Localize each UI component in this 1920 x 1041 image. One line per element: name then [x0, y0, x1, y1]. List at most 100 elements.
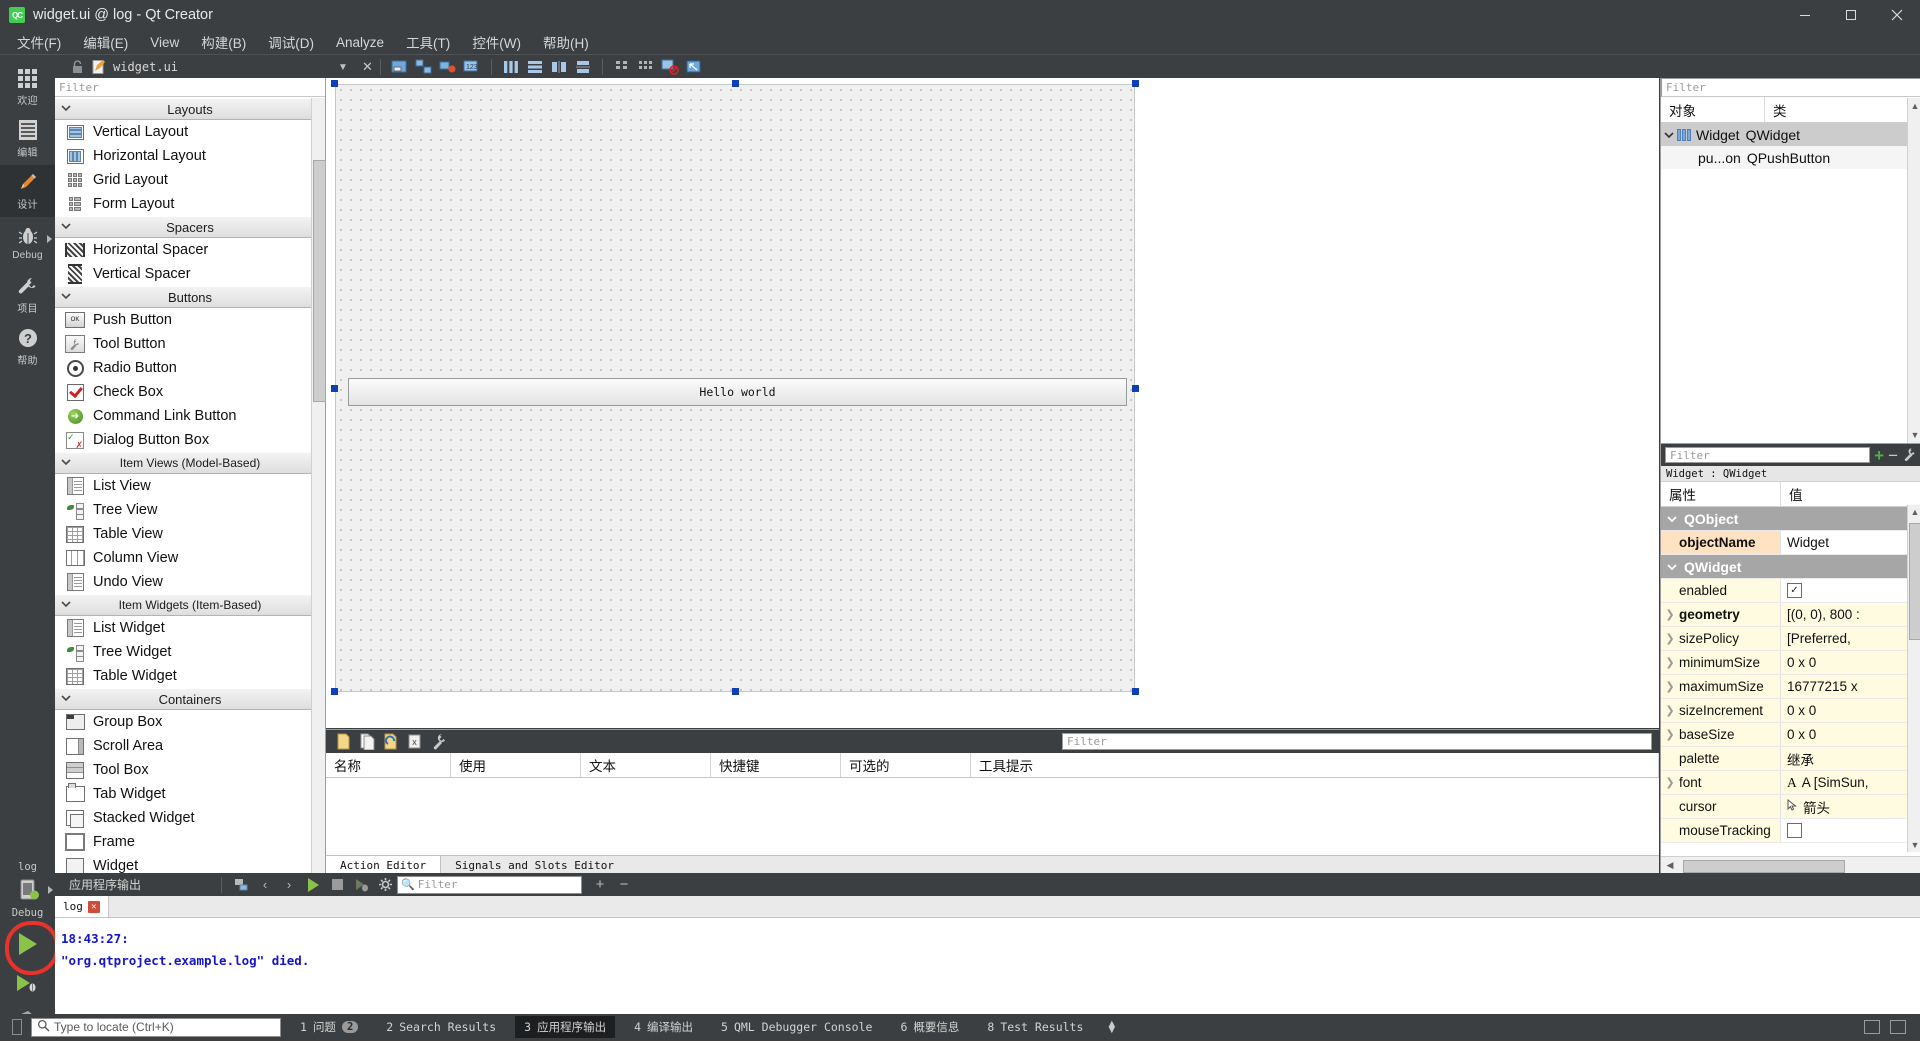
close-icon[interactable]: ✕ [362, 59, 373, 75]
close-button[interactable] [1874, 0, 1920, 30]
attach-icon[interactable] [229, 875, 253, 895]
lock-icon[interactable] [69, 59, 85, 75]
property-value[interactable]: [(0, 0), 800 : [1781, 603, 1920, 626]
chevron-right-icon[interactable]: ❯ [1661, 776, 1679, 789]
form-container[interactable]: Hello world [331, 80, 1139, 695]
adjust-size-icon[interactable] [684, 57, 704, 77]
property-row-maximumsize[interactable]: ❯ maximumSize 16777215 x [1661, 675, 1920, 699]
form-surface[interactable]: Hello world [335, 84, 1135, 692]
object-inspector-tree[interactable]: Widget QWidget pu...on QPushButton [1661, 123, 1920, 169]
action-editor-filter[interactable]: Filter [1062, 733, 1652, 750]
menu-widgets[interactable]: 控件(W) [461, 29, 532, 55]
open-file-name[interactable]: widget.ui [113, 60, 178, 74]
widget-item-frame[interactable]: Frame [55, 830, 325, 854]
widget-group-item-views[interactable]: Item Views (Model-Based) [55, 452, 325, 474]
property-row-mousetracking[interactable]: mouseTracking [1661, 819, 1920, 843]
widget-item-grid-layout[interactable]: Grid Layout [55, 168, 325, 192]
resize-handle-bc[interactable] [732, 688, 739, 695]
status-item-qml-debugger-console[interactable]: 5 QML Debugger Console [712, 1017, 881, 1037]
resize-handle-tc[interactable] [732, 80, 739, 87]
menu-view[interactable]: View [139, 32, 190, 53]
push-button-widget[interactable]: Hello world [348, 378, 1127, 406]
mode-help[interactable]: ? 帮助 [0, 321, 55, 373]
resize-handle-tl[interactable] [331, 80, 338, 87]
edit-signals-slots-icon[interactable] [414, 57, 434, 77]
property-value[interactable]: [Preferred, [1781, 627, 1920, 650]
mode-edit[interactable]: 编辑 [0, 113, 55, 165]
delete-action-icon[interactable]: x [404, 732, 426, 752]
locator-input[interactable]: Type to locate (Ctrl+K) [31, 1017, 281, 1037]
new-action-icon[interactable] [332, 732, 354, 752]
maximize-output-icon[interactable] [1890, 1020, 1906, 1034]
property-value[interactable]: 0 x 0 [1781, 723, 1920, 746]
widget-item-group-box[interactable]: Group Box [55, 710, 325, 734]
oi-col-class[interactable]: 类 [1765, 97, 1920, 122]
object-inspector-scrollbar[interactable]: ▲ ▼ [1907, 98, 1920, 443]
action-col-text[interactable]: 文本 [581, 753, 711, 777]
split-view-icon[interactable] [1864, 1020, 1880, 1034]
widget-box-scrollbar[interactable] [311, 98, 326, 873]
widget-box-filter[interactable]: Filter [55, 78, 325, 97]
property-editor-vscrollbar[interactable]: ▲ ▼ [1907, 505, 1920, 852]
menu-edit[interactable]: 编辑(E) [72, 29, 139, 55]
layout-splitter-v-icon[interactable] [573, 57, 593, 77]
action-col-name[interactable]: 名称 [326, 753, 451, 777]
menu-build[interactable]: 构建(B) [190, 29, 257, 55]
status-item-compile-output[interactable]: 4 编译输出 [625, 1016, 702, 1038]
layout-form-icon[interactable] [612, 57, 632, 77]
chevron-right-icon[interactable]: ❯ [1661, 632, 1679, 645]
debug-button[interactable] [0, 965, 55, 1001]
copy-action-icon[interactable] [356, 732, 378, 752]
widget-item-scroll-area[interactable]: Scroll Area [55, 734, 325, 758]
widget-group-spacers[interactable]: Spacers [55, 216, 325, 238]
mode-welcome[interactable]: 欢迎 [0, 61, 55, 113]
output-filter-input[interactable]: 🔍 Filter [397, 875, 582, 894]
widget-item-form-layout[interactable]: Form Layout [55, 192, 325, 216]
status-item-search-results[interactable]: 2 Search Results [377, 1017, 505, 1037]
property-editor-filter[interactable]: Filter [1665, 447, 1871, 463]
plus-icon[interactable]: + [1874, 447, 1884, 464]
widget-group-buttons[interactable]: Buttons [55, 286, 325, 308]
output-tab-log[interactable]: log ✕ [55, 896, 109, 917]
property-row-geometry[interactable]: ❯ geometry [(0, 0), 800 : [1661, 603, 1920, 627]
property-group-qwidget[interactable]: QWidget [1661, 555, 1920, 579]
tab-action-editor[interactable]: Action Editor [326, 856, 442, 874]
status-item-issues[interactable]: 1 问题 2 [291, 1016, 367, 1038]
tab-signals-slots-editor[interactable]: Signals and Slots Editor [441, 856, 628, 874]
configure-icon[interactable] [428, 732, 450, 752]
layout-horizontally-icon[interactable] [501, 57, 521, 77]
scroll-up-arrow[interactable]: ▲ [1908, 99, 1920, 113]
edit-buddies-icon[interactable] [438, 57, 458, 77]
chevron-right-icon[interactable]: ❯ [1661, 680, 1679, 693]
property-row-minimumsize[interactable]: ❯ minimumSize 0 x 0 [1661, 651, 1920, 675]
scroll-down-arrow[interactable]: ▼ [1908, 838, 1920, 852]
action-col-shortcut[interactable]: 快捷键 [711, 753, 841, 777]
edit-widgets-icon[interactable] [390, 57, 410, 77]
resize-handle-mr[interactable] [1132, 385, 1139, 392]
widget-item-command-link-button[interactable]: ➜ Command Link Button [55, 404, 325, 428]
minus-icon[interactable]: − [1888, 447, 1898, 464]
mode-debug[interactable]: Debug [0, 217, 55, 269]
property-row-objectname[interactable]: objectName Widget [1661, 531, 1920, 555]
chevron-down-icon[interactable]: ▼ [338, 62, 348, 73]
widget-item-list-view[interactable]: List View [55, 474, 325, 498]
resize-handle-br[interactable] [1132, 688, 1139, 695]
zoom-in-button[interactable]: + [588, 875, 612, 895]
break-layout-icon[interactable] [660, 57, 680, 77]
chevron-down-icon[interactable] [1661, 130, 1677, 140]
widget-item-radio-button[interactable]: Radio Button [55, 356, 325, 380]
output-pane-toggle-icon[interactable]: ▲ ▼ [1106, 1019, 1117, 1036]
resize-handle-bl[interactable] [331, 688, 338, 695]
mode-design[interactable]: 设计 [0, 165, 55, 217]
wrench-icon[interactable] [1902, 447, 1917, 464]
scrollbar-thumb[interactable] [1683, 860, 1845, 873]
oi-col-object[interactable]: 对象 [1661, 97, 1765, 122]
property-row-basesize[interactable]: ❯ baseSize 0 x 0 [1661, 723, 1920, 747]
widget-item-horizontal-layout[interactable]: Horizontal Layout [55, 144, 325, 168]
widget-item-dialog-button-box[interactable]: ✓ ✗ Dialog Button Box [55, 428, 325, 452]
mode-projects[interactable]: 项目 [0, 269, 55, 321]
layout-grid-icon[interactable] [636, 57, 656, 77]
property-editor-hscrollbar[interactable]: ◀ [1661, 856, 1920, 874]
widget-item-undo-view[interactable]: Undo View [55, 570, 325, 594]
property-value[interactable]: 0 x 0 [1781, 699, 1920, 722]
